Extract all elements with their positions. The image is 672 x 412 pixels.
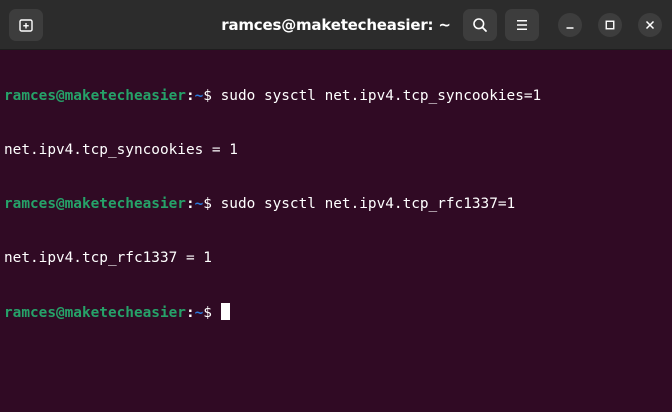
hamburger-menu-icon	[515, 19, 529, 31]
terminal-output[interactable]: ramces@maketecheasier:~$ sudo sysctl net…	[4, 50, 668, 407]
prompt-separator: :	[185, 88, 195, 104]
prompt-separator: :	[185, 305, 195, 321]
terminal-line-output: net.ipv4.tcp_syncookies = 1	[4, 142, 238, 158]
prompt-user-host: ramces@maketecheasier	[4, 305, 186, 321]
prompt-symbol: $	[203, 196, 221, 212]
minimize-button[interactable]	[558, 13, 582, 37]
prompt-separator: :	[185, 196, 195, 212]
menu-button[interactable]	[505, 9, 539, 41]
terminal-line-output: net.ipv4.tcp_rfc1337 = 1	[4, 250, 212, 266]
new-tab-icon	[18, 17, 34, 33]
search-icon	[472, 17, 488, 33]
prompt-symbol: $	[203, 305, 221, 321]
command-text: sudo sysctl net.ipv4.tcp_syncookies=1	[220, 88, 542, 104]
text-cursor	[220, 303, 230, 320]
prompt-user-host: ramces@maketecheasier	[4, 88, 186, 104]
prompt-user-host: ramces@maketecheasier	[4, 196, 186, 212]
new-tab-button[interactable]	[9, 9, 43, 41]
terminal-line-command: ramces@maketecheasier:~$ sudo sysctl net…	[4, 87, 668, 105]
search-button[interactable]	[463, 9, 497, 41]
prompt-path: ~	[194, 88, 204, 104]
maximize-button[interactable]	[598, 13, 622, 37]
minimize-icon	[565, 20, 575, 30]
prompt-symbol: $	[203, 88, 221, 104]
terminal-line-command: ramces@maketecheasier:~$ sudo sysctl net…	[4, 195, 668, 213]
terminal-window: ramces@maketecheasier: ~ ramces@maketech…	[0, 0, 672, 412]
window-title: ramces@maketecheasier: ~	[221, 16, 451, 34]
prompt-path: ~	[194, 305, 204, 321]
terminal-line-prompt[interactable]: ramces@maketecheasier:~$	[4, 303, 668, 321]
maximize-icon	[605, 20, 615, 30]
title-bar[interactable]: ramces@maketecheasier: ~	[0, 0, 672, 50]
close-button[interactable]	[638, 13, 662, 37]
close-icon	[645, 20, 655, 30]
command-text: sudo sysctl net.ipv4.tcp_rfc1337=1	[220, 196, 516, 212]
prompt-path: ~	[194, 196, 204, 212]
